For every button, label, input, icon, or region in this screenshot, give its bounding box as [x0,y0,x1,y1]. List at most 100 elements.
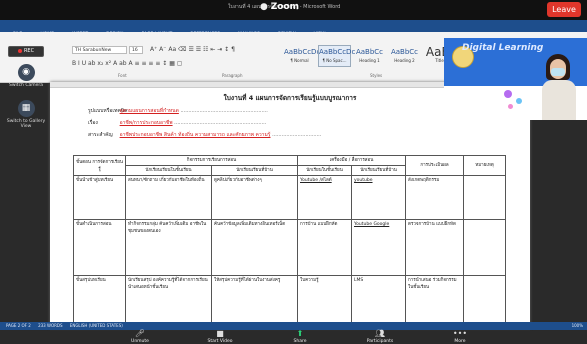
switch-camera-button[interactable]: ◉ Switch Camera [4,64,48,88]
field-dots: ........................................… [174,120,267,126]
table-row: ขั้นดำเนินการสอน ทำกิจกรรมกลุ่ม ค้นคว้าเ… [73,219,507,276]
style-preview: AaBbCc [390,48,419,56]
background-banner: Digital Learning [462,43,544,53]
switch-camera-label: Switch Camera [9,83,43,88]
field-dots: ............................... [272,132,322,138]
zoom-top-bar: ใบงานที่ 4 แผนการจัดการเรียนรู้ - Micros… [0,0,587,20]
lesson-plan-table: ขั้นตอน การจัดการเรียนรู้ กิจกรรมการเรีย… [73,155,507,326]
style-name: ¶ Normal [290,58,309,63]
style-heading-2[interactable]: AaBbCc Heading 2 [388,45,421,67]
cell-evaluation: ตรวจการบ้าน แบบฝึกหัด [405,219,465,276]
header-evaluation: การประเมินผล [405,155,465,176]
table-row: ขั้นนำเข้าสู่บทเรียน สนทนา/ซักถาม เกี่ยว… [73,175,507,220]
camera-icon: ◉ [17,64,35,81]
cell-step: ขั้นดำเนินการสอน [73,219,126,276]
style-normal[interactable]: AaBbCcDc ¶ Normal [283,45,321,67]
font-tools-row[interactable]: A⁺ A⁻ Aa ⌫ ☰ ☰ ☷ ⇤ ⇥ ↕ ¶ [150,46,235,53]
field-label: เรื่อง [88,120,98,126]
more-label: More [454,339,466,344]
gallery-view-button[interactable]: ▦ Switch to Gallery View [4,100,48,129]
field-label: รูปแบบหรือเทคนิค [88,108,128,114]
format-tools-row[interactable]: B I U ab x₂ x² A ab A ≡ ≡ ≡ ≡ ↕ ▦ ▢ [72,60,182,67]
meeting-controls: 🎤︎ Unmute ■ Start Video ⬆ Share 👥︎ Parti… [100,316,500,344]
decor-orb [504,90,512,98]
header-tool-home: นักเรียนเรียนที่บ้าน [351,165,407,176]
cell-activity-class: สนทนา/ซักถาม เกี่ยวกับอาชีพในท้องถิ่น [125,175,212,220]
group-label-styles: Styles [370,73,383,78]
zoom-logo-text: Zoom [270,2,299,12]
header-activity-class: นักเรียนเรียนในชั้นเรียน [125,165,212,176]
field-key-concept: สาระสำคัญ อาชีพประกอบอาชีพ สินค้า ท้องถิ… [88,131,321,139]
start-video-button[interactable]: ■ Start Video [195,329,245,344]
zoom-meeting-window: ใบงานที่ 4 แผนการจัดการเรียนรู้ - Micros… [0,0,587,344]
style-name: ¶ No Spac... [322,58,347,63]
group-label-paragraph: Paragraph [222,73,243,78]
field-value: อาชีพประกอบอาชีพ สินค้า ท้องถิ่น ความสาม… [119,132,271,138]
cell-tool-home: Youtube Google [351,219,407,276]
header-activity-home: นักเรียนเรียนที่บ้าน [210,165,299,176]
decor-orb [516,98,522,104]
header-steps: ขั้นตอน การจัดการเรียนรู้ [73,155,126,176]
group-label-font: Font [118,73,127,78]
cell-note [463,175,507,220]
header-activity: กิจกรรมการเรียนการสอน [124,155,299,166]
status-zoom-level[interactable]: 100% [572,322,583,330]
field-topic: เรื่อง อาชีพ/การประกอบอาชีพ ............… [88,119,266,127]
styles-gallery: AaBbCcDc ¶ Normal AaBbCcDc ¶ No Spac... … [283,45,456,67]
participants-label: Participants [366,339,394,344]
participant-body [542,80,576,120]
more-button[interactable]: ••• More [435,329,485,344]
record-dot-icon [17,48,22,53]
participants-icon: 👥︎ [374,329,386,338]
cell-tool-home: youtube [351,175,407,220]
cell-tool-class: Youtube /สไลด์ [297,175,353,220]
style-name: Heading 2 [394,58,415,63]
unmute-label: Unmute [131,339,149,344]
cell-activity-home: ดูคลิปเกี่ยวกับอาชีพต่างๆ [210,175,299,220]
share-icon: ⬆ [296,329,304,338]
cell-tool-class: การบ้าน แบบฝึกหัด [297,219,353,276]
mic-icon: 🎤︎ [134,329,146,338]
field-label: สาระสำคัญ [88,132,113,138]
font-size-select[interactable]: 16 [129,46,143,54]
style-name: Heading 1 [359,58,380,63]
style-preview: AaBbCc [355,48,384,56]
participant-video-thumbnail[interactable]: Digital Learning [444,38,587,120]
font-name-select[interactable]: TH SarabunNew [72,46,127,54]
field-value: ดูตามแผนการสอนที่กำหนด [119,108,179,114]
share-button[interactable]: ⬆ Share [275,329,325,344]
record-label: REC [23,48,35,54]
leave-button[interactable]: Leave [547,2,581,17]
style-preview: AaBbCcDc [319,48,356,56]
recording-indicator[interactable]: REC [8,46,44,57]
participant-person [542,54,576,120]
share-label: Share [293,339,307,344]
grid-icon: ▦ [17,100,35,117]
status-page: PAGE 2 OF 2 [6,323,31,328]
header-note: หมายเหตุ [463,155,507,176]
start-video-label: Start Video [207,339,233,344]
header-tool-class: นักเรียนในชั้นเรียน [297,165,353,176]
cell-activity-class: ทำกิจกรรมกลุ่ม ค้นคว้าเพิ่มเติม อาชีพในช… [125,219,212,276]
table-header-row: ขั้นตอน การจัดการเรียนรู้ กิจกรรมการเรีย… [73,155,507,176]
cell-note [463,219,507,276]
more-icon: ••• [452,329,468,338]
cell-step: ขั้นนำเข้าสู่บทเรียน [73,175,126,220]
style-preview: AaBbCcDc [284,48,321,56]
style-heading-1[interactable]: AaBbCc Heading 1 [353,45,386,67]
zoom-logo: ● Zoom [260,2,299,12]
style-no-spacing[interactable]: AaBbCcDc ¶ No Spac... [318,45,356,67]
field-technique: รูปแบบหรือเทคนิค ดูตามแผนการสอนที่กำหนด … [88,107,268,115]
unmute-button[interactable]: 🎤︎ Unmute [115,329,165,344]
cell-activity-home: ค้นคว้าข้อมูลเพิ่มเติมทางอินเทอร์เน็ต [210,219,299,276]
decor-orb [508,104,513,109]
header-tools: เครื่องมือ / สื่อการสอน [297,155,407,166]
video-icon: ■ [216,329,224,338]
participants-button[interactable]: 👥︎ Participants [355,329,405,344]
gallery-view-label: Switch to Gallery View [6,119,46,129]
field-dots: ........................................… [180,108,268,114]
cell-evaluation: สังเกตพฤติกรรม [405,175,465,220]
status-words: 233 WORDS [38,323,63,328]
field-value: อาชีพ/การประกอบอาชีพ [119,120,173,126]
word-tab-bar: FILE HOME INSERT DESIGN PAGE LAYOUT REFE… [0,20,587,37]
